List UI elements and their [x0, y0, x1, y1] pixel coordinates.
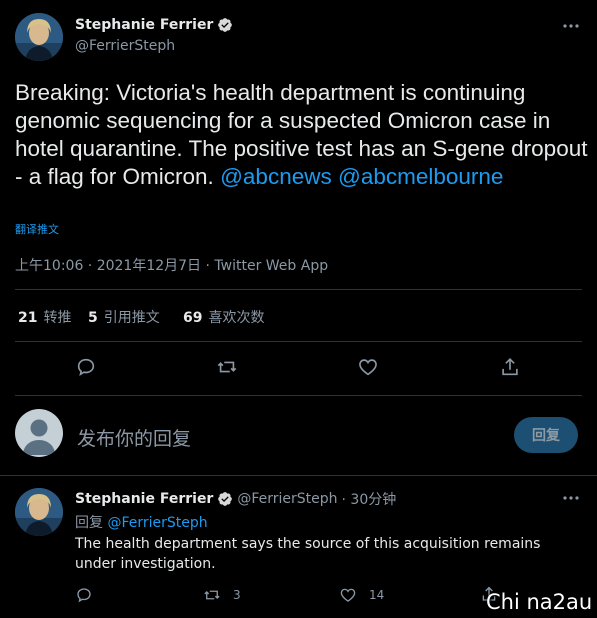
likes-label: 喜欢次数 — [208, 310, 265, 326]
retweets-label: 转推 — [43, 310, 72, 326]
ellipsis-icon[interactable] — [562, 491, 580, 505]
reply-like-count: 14 — [369, 588, 385, 602]
reply-button[interactable]: 回复 — [514, 417, 578, 453]
divider — [0, 475, 597, 476]
retweets-stat[interactable]: 21 转推 — [18, 307, 71, 327]
like-icon[interactable] — [339, 586, 357, 604]
reply-author-name[interactable]: Stephanie Ferrier — [75, 491, 213, 507]
reply-retweet-count: 3 — [233, 588, 241, 602]
verified-badge-icon — [217, 17, 233, 33]
share-icon[interactable] — [499, 356, 521, 378]
likes-stat[interactable]: 69 喜欢次数 — [183, 307, 264, 327]
ellipsis-icon[interactable] — [562, 19, 580, 33]
retweet-icon[interactable] — [203, 586, 221, 604]
replying-to-label: 回复 — [75, 515, 103, 531]
quotes-label: 引用推文 — [103, 310, 160, 326]
user-avatar — [15, 409, 63, 457]
translate-tweet-link[interactable]: 翻译推文 — [15, 221, 59, 237]
tweet-timestamp[interactable]: 上午10:06 · 2021年12月7日 · Twitter Web App — [15, 255, 328, 275]
reply-text: The health department says the source of… — [75, 536, 541, 572]
mention-abcnews[interactable]: @abcnews — [220, 164, 332, 189]
author-handle[interactable]: @FerrierSteph — [75, 38, 175, 54]
retweet-icon[interactable] — [216, 356, 238, 378]
reply-author-avatar[interactable] — [15, 488, 63, 536]
tweet-text: Breaking: Victoria's health department i… — [15, 79, 590, 191]
quotes-count: 5 — [88, 310, 98, 326]
reply-input[interactable]: 发布你的回复 — [77, 424, 191, 451]
quotes-stat[interactable]: 5 引用推文 — [88, 307, 160, 327]
reply-author-handle[interactable]: @FerrierSteph — [237, 491, 337, 507]
replying-to-handle[interactable]: @FerrierSteph — [107, 515, 207, 531]
likes-count: 69 — [183, 310, 203, 326]
divider — [15, 341, 582, 342]
reply-time-ago[interactable]: · 30分钟 — [342, 489, 397, 509]
author-avatar[interactable] — [15, 13, 63, 61]
reply-icon[interactable] — [75, 356, 97, 378]
divider — [15, 395, 582, 396]
retweets-count: 21 — [18, 310, 38, 326]
reply-icon[interactable] — [75, 586, 93, 604]
verified-badge-icon — [217, 491, 233, 507]
author-name[interactable]: Stephanie Ferrier — [75, 17, 213, 33]
mention-abcmelbourne[interactable]: @abcmelbourne — [338, 164, 503, 189]
like-icon[interactable] — [357, 356, 379, 378]
divider — [15, 289, 582, 290]
watermark: Chi na2au — [486, 590, 593, 614]
